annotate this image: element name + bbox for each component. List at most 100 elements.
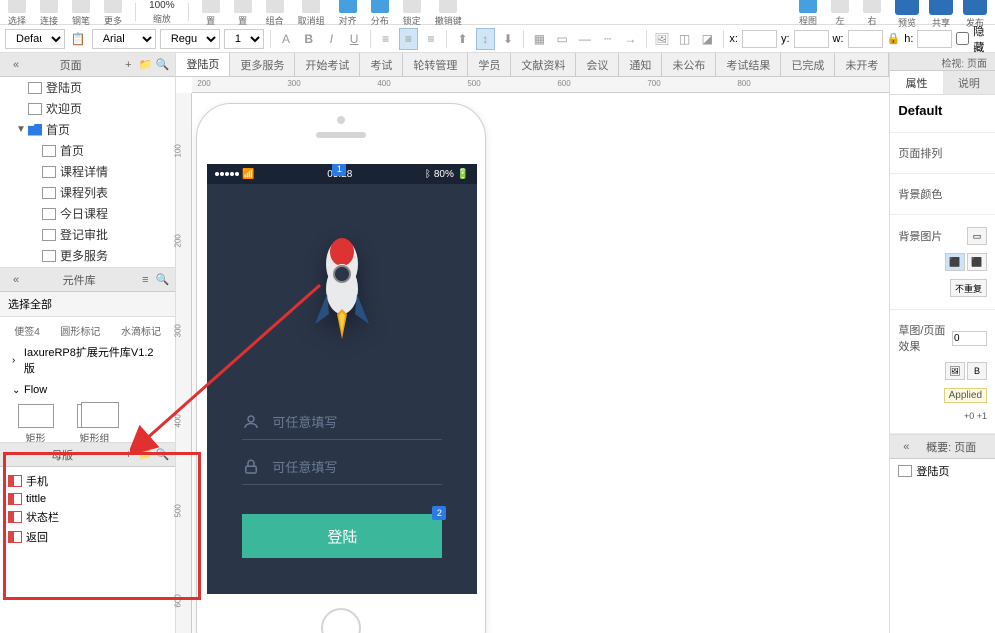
page-item[interactable]: 首页 (0, 140, 175, 161)
tab[interactable]: 更多服务 (230, 53, 295, 77)
add-page-icon[interactable]: + (121, 58, 135, 72)
line-color-icon[interactable]: ▭ (553, 28, 572, 50)
tab[interactable]: 会议 (576, 53, 619, 77)
tab[interactable]: 考试 (360, 53, 403, 77)
tool-group[interactable]: 组合 (263, 0, 287, 27)
add-folder-icon[interactable]: 📁 (138, 58, 152, 72)
username-field[interactable]: 可任意填写 (242, 404, 442, 440)
tab-notes[interactable]: 说明 (943, 71, 995, 94)
tab[interactable]: 考试结果 (716, 53, 781, 77)
tool-zoom[interactable]: 100%缩放 (146, 0, 178, 25)
tab-properties[interactable]: 属性 (890, 71, 942, 94)
add-master-icon[interactable]: + (121, 448, 135, 462)
page-item[interactable]: 今日课程 (0, 203, 175, 224)
collapse-icon[interactable]: « (899, 440, 913, 454)
tab[interactable]: 未公布 (662, 53, 716, 77)
image-icon[interactable]: 🖼 (652, 28, 671, 50)
page-item[interactable]: 课程列表 (0, 182, 175, 203)
tool-pen[interactable]: 钢笔 (69, 0, 93, 27)
line-style-icon[interactable]: ┄ (598, 28, 617, 50)
tool-select[interactable]: 选择 (5, 0, 29, 27)
master-item[interactable]: 返回 (0, 527, 175, 547)
page-item[interactable]: 更多服务 (0, 245, 175, 266)
tool-share[interactable]: 共享 (926, 0, 956, 29)
x-input[interactable] (742, 30, 777, 48)
sketch-input[interactable] (952, 331, 987, 346)
master-item[interactable]: 手机 (0, 471, 175, 491)
arrow-icon[interactable]: → (621, 28, 640, 50)
tab[interactable]: 轮转管理 (403, 53, 468, 77)
widget-rect-group[interactable]: 矩形组 (67, 404, 122, 442)
canvas-content[interactable]: 1 📶 05:28 ᛒ 80% 🔋 (176, 93, 889, 633)
tool-preview[interactable]: 预览 (892, 0, 922, 29)
image-picker-button[interactable]: ▭ (967, 227, 987, 245)
tab[interactable]: 学员 (468, 53, 511, 77)
align-center-icon[interactable]: ≡ (399, 28, 418, 50)
underline-icon[interactable]: U (345, 28, 364, 50)
tab[interactable]: 文献资料 (511, 53, 576, 77)
page-item[interactable]: 登陆页 (0, 77, 175, 98)
master-item[interactable]: tittle (0, 491, 175, 507)
page-item[interactable]: 欢迎页 (0, 98, 175, 119)
align-btn[interactable]: ⬛ (967, 253, 987, 271)
widget-rect[interactable]: 矩形 (8, 404, 63, 442)
search-icon[interactable]: 🔍 (155, 448, 169, 462)
weight-select[interactable]: Regular (160, 29, 220, 49)
tool-connect[interactable]: 连接 (37, 0, 61, 27)
tab[interactable]: 开始考试 (295, 53, 360, 77)
tab[interactable]: 通知 (619, 53, 662, 77)
align-btn[interactable]: ⬛ (945, 253, 965, 271)
phone-mockup[interactable]: 1 📶 05:28 ᛒ 80% 🔋 (196, 103, 486, 633)
footnote-marker[interactable]: 2 (432, 506, 446, 520)
color-btn[interactable]: 🖼 (945, 362, 965, 380)
tool-undo[interactable]: 撤销键 (432, 0, 465, 27)
collapse-icon[interactable]: « (9, 58, 23, 72)
folder-item[interactable]: ▼首页 (0, 119, 175, 140)
add-folder-icon[interactable]: 📁 (138, 448, 152, 462)
tool-more[interactable]: 更多 (101, 0, 125, 27)
collapse-icon[interactable]: « (9, 273, 23, 287)
flow-toggle[interactable]: ⌄Flow (4, 380, 171, 400)
tool-back[interactable]: 置 (231, 0, 255, 27)
search-icon[interactable]: 🔍 (155, 273, 169, 287)
page-item[interactable]: 课程详情 (0, 161, 175, 182)
password-field[interactable]: 可任意填写 (242, 449, 442, 485)
h-input[interactable] (917, 30, 952, 48)
hidden-checkbox[interactable] (956, 32, 969, 45)
font-select[interactable]: Arial (92, 29, 156, 49)
select-all-label[interactable]: 选择全部 (0, 292, 175, 317)
font-btn[interactable]: B (967, 362, 987, 380)
valign-middle-icon[interactable]: ↕ (476, 28, 495, 50)
shadow-outer-icon[interactable]: ◫ (675, 28, 694, 50)
search-icon[interactable]: 🔍 (155, 58, 169, 72)
login-button[interactable]: 登陆 2 (242, 514, 442, 558)
shadow-inner-icon[interactable]: ◪ (698, 28, 717, 50)
footnote-marker[interactable]: 1 (332, 164, 346, 176)
bold-icon[interactable]: B (299, 28, 318, 50)
options-icon[interactable]: ≡ (138, 273, 152, 287)
fill-icon[interactable]: ▦ (530, 28, 549, 50)
align-left-icon[interactable]: ≡ (376, 28, 395, 50)
library-toggle[interactable]: ›IaxureRP8扩展元件库V1.2版 (4, 340, 171, 380)
outline-item[interactable]: 登陆页 (890, 459, 995, 483)
tab[interactable]: 未开考 (835, 53, 889, 77)
tool-ungroup[interactable]: 取消组 (295, 0, 328, 27)
tool-align[interactable]: 对齐 (336, 0, 360, 27)
master-item[interactable]: 状态栏 (0, 507, 175, 527)
tab[interactable]: 已完成 (781, 53, 835, 77)
valign-top-icon[interactable]: ⬆ (453, 28, 472, 50)
style-select[interactable]: Default (5, 29, 65, 49)
tab[interactable]: 登陆页 (176, 53, 230, 77)
tool-left[interactable]: 左 (828, 0, 852, 27)
y-input[interactable] (794, 30, 829, 48)
page-item[interactable]: 登记审批 (0, 224, 175, 245)
size-select[interactable]: 13 (224, 29, 264, 49)
tool-front[interactable]: 置 (199, 0, 223, 27)
italic-icon[interactable]: I (322, 28, 341, 50)
align-right-icon[interactable]: ≡ (422, 28, 441, 50)
paste-style-icon[interactable]: 📋 (69, 28, 88, 50)
valign-bottom-icon[interactable]: ⬇ (499, 28, 518, 50)
w-input[interactable] (848, 30, 883, 48)
tool-distribute[interactable]: 分布 (368, 0, 392, 27)
tool-flowchart[interactable]: 程图 (796, 0, 820, 27)
